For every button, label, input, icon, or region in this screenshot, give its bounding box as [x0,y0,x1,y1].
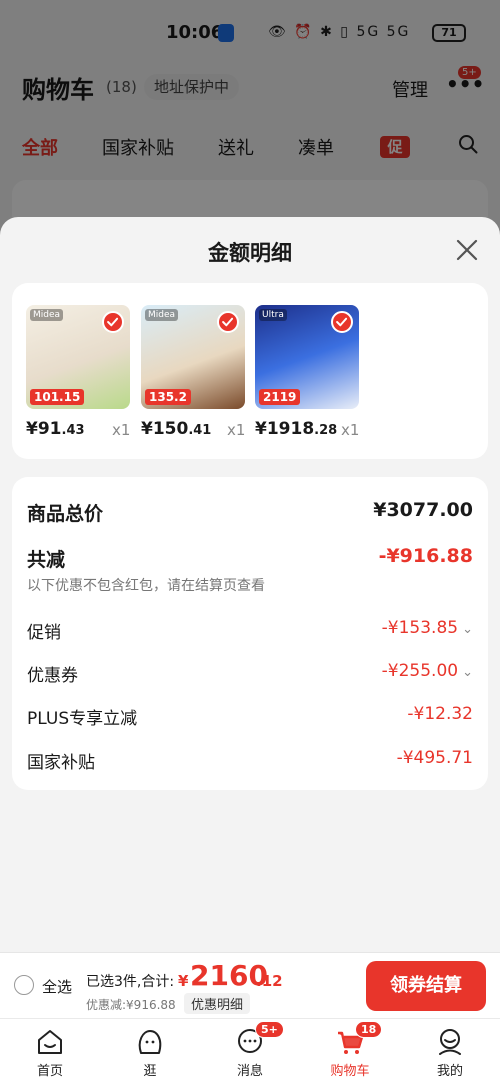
image-price-tag: 2119 [259,389,301,405]
national-subsidy-row: 国家补贴 -¥495.71 [27,748,473,773]
brand-label: Ultra [259,309,287,321]
selected-summary: 已选3件,合计: [86,974,175,990]
product-qty: x1 [341,421,360,439]
selected-check-icon [102,311,124,333]
product-price: ¥1918.28 [255,419,338,439]
close-icon[interactable] [454,237,480,263]
total-decimal: .12 [256,972,283,990]
promotion-label: 促销 [27,623,61,643]
national-subsidy-label: 国家补贴 [27,753,95,773]
chevron-down-icon: ⌄ [462,665,473,680]
product-price: ¥150.41 [141,419,212,439]
product-item[interactable]: Midea 101.15 ¥91.43 x1 [26,305,130,439]
tab-home[interactable]: 首页 [15,1027,85,1079]
brand-label: Midea [30,309,64,321]
promotion-value: -¥153.85 ⌄ [381,618,473,638]
plus-discount-value: -¥12.32 [407,704,473,724]
reduce-note: 以下优惠不包含红包，请在结算页查看 [27,578,265,594]
promotion-row[interactable]: 促销 -¥153.85 ⌄ [27,618,473,643]
coupon-value: -¥255.00 ⌄ [381,661,473,681]
plus-discount-row: PLUS专享立减 -¥12.32 [27,704,473,729]
cart-badge: 18 [355,1021,383,1038]
total-reduce-value: -¥916.88 [378,545,473,567]
total-currency: ¥ [178,972,189,990]
product-qty: x1 [112,421,131,439]
image-price-tag: 101.15 [30,389,85,405]
coupon-row[interactable]: 优惠券 -¥255.00 ⌄ [27,661,473,686]
chevron-down-icon: ⌄ [462,622,473,637]
profile-icon [439,1029,461,1055]
product-item[interactable]: Ultra 2119 ¥1918.28 x1 [255,305,359,439]
total-price-value: ¥3077.00 [373,499,473,521]
select-all-label[interactable]: 全选 [42,976,72,997]
messages-badge: 5+ [255,1021,284,1038]
total-price-label: 商品总价 [27,503,104,525]
price-summary-card: 商品总价 ¥3077.00 共减 -¥916.88 以下优惠不包含红包，请在结算… [12,477,488,790]
product-image: Midea 101.15 [26,305,130,409]
home-icon [38,1030,62,1054]
tab-cart[interactable]: 18 购物车 [315,1021,385,1079]
sheet-title: 金额明细 [208,241,292,265]
image-price-tag: 135.2 [145,389,191,405]
selected-products-card: Midea 101.15 ¥91.43 x1 Midea 135.2 ¥150.… [12,283,488,459]
tab-messages[interactable]: 5+ 消息 [215,1021,285,1079]
total-reduce-row: 共减 -¥916.88 [27,545,473,572]
select-all-radio[interactable] [14,975,34,995]
total-reduce-label: 共减 [27,549,66,571]
plus-discount-label: PLUS专享立减 [27,709,138,729]
checkout-button[interactable]: 领券结算 [366,961,486,1011]
product-image: Ultra 2119 [255,305,359,409]
product-image: Midea 135.2 [141,305,245,409]
browse-face-icon [138,1030,162,1054]
discount-amount: 优惠减:¥916.88 [86,998,176,1012]
coupon-label: 优惠券 [27,666,78,686]
tab-profile[interactable]: 我的 [415,1027,485,1079]
bottom-tab-bar: 首页 逛 5+ 消息 18 购物车 我的 [0,1018,500,1085]
discount-detail-link[interactable]: 优惠明细 [184,993,251,1014]
product-qty: x1 [227,421,246,439]
product-price: ¥91.43 [26,419,85,439]
national-subsidy-value: -¥495.71 [396,748,473,768]
product-item[interactable]: Midea 135.2 ¥150.41 x1 [141,305,245,439]
selected-check-icon [331,311,353,333]
total-price-row: 商品总价 ¥3077.00 [27,499,473,526]
tab-browse[interactable]: 逛 [115,1027,185,1079]
checkout-bar: 全选 已选3件,合计: ¥ 2160 .12 优惠减:¥916.88 优惠明细 … [0,952,500,1018]
brand-label: Midea [145,309,179,321]
selected-check-icon [217,311,239,333]
